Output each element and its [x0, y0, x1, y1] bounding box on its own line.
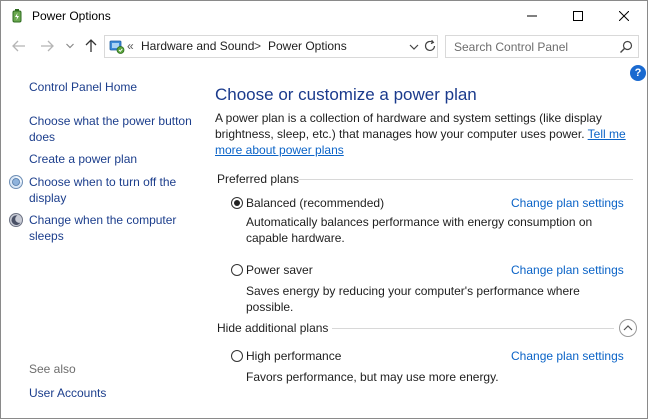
change-plan-settings-link-high-performance[interactable]: Change plan settings — [511, 349, 624, 363]
power-options-window: Power Options « Hardware and Sound > Pow… — [0, 0, 648, 419]
navigation-bar: « Hardware and Sound > Power Options — [1, 31, 647, 61]
sidebar-link-display-off[interactable]: Choose when to turn off the display — [29, 174, 194, 206]
plan-description-high-performance: Favors performance, but may use more ene… — [246, 370, 499, 384]
close-button[interactable] — [601, 1, 647, 31]
refresh-icon[interactable] — [423, 39, 437, 53]
search-icon[interactable] — [619, 40, 633, 54]
search-input[interactable] — [446, 36, 612, 57]
control-panel-icon — [108, 38, 125, 55]
hide-additional-plans-heading[interactable]: Hide additional plans — [217, 321, 328, 335]
up-arrow-icon[interactable] — [82, 37, 100, 55]
breadcrumb-overflow[interactable]: « — [127, 39, 134, 53]
page-title: Choose or customize a power plan — [215, 85, 477, 104]
title-bar: Power Options — [1, 1, 647, 31]
address-bar[interactable]: « Hardware and Sound > Power Options — [104, 35, 438, 58]
plan-description-balanced: Automatically balances performance with … — [246, 215, 593, 245]
plan-radio-power-saver[interactable] — [231, 264, 243, 276]
chevron-up-icon[interactable] — [619, 319, 637, 337]
minimize-button[interactable] — [509, 1, 555, 31]
search-box[interactable] — [445, 35, 639, 58]
section-divider — [332, 328, 614, 329]
plan-radio-balanced[interactable] — [231, 197, 243, 209]
change-plan-settings-link-balanced[interactable]: Change plan settings — [511, 196, 624, 210]
sidebar-link-power-button[interactable]: Choose what the power button does — [29, 113, 194, 145]
section-divider — [299, 179, 633, 180]
breadcrumb-power-options[interactable]: Power Options — [268, 39, 347, 53]
display-icon — [8, 174, 24, 190]
sidebar-link-user-accounts[interactable]: User Accounts — [29, 386, 106, 400]
help-icon[interactable]: ? — [630, 65, 646, 81]
breadcrumb-separator[interactable]: > — [254, 39, 261, 53]
power-options-icon — [9, 8, 25, 24]
breadcrumb-hardware-and-sound[interactable]: Hardware and Sound — [141, 39, 254, 53]
sidebar-link-control-panel-home[interactable]: Control Panel Home — [29, 79, 194, 95]
chevron-down-icon[interactable] — [64, 37, 76, 55]
change-plan-settings-link-power-saver[interactable]: Change plan settings — [511, 263, 624, 277]
sidebar: Control Panel Home Choose what the power… — [1, 61, 201, 418]
sidebar-link-computer-sleeps[interactable]: Change when the computer sleeps — [29, 212, 194, 244]
page-description: A power plan is a collection of hardware… — [215, 110, 635, 158]
see-also-heading: See also — [29, 362, 76, 376]
maximize-button[interactable] — [555, 1, 601, 31]
window-title: Power Options — [32, 9, 111, 23]
plan-description-power-saver: Saves energy by reducing your computer's… — [246, 284, 580, 314]
plan-name-power-saver[interactable]: Power saver — [246, 263, 313, 277]
plan-name-high-performance[interactable]: High performance — [246, 349, 341, 363]
description-text: A power plan is a collection of hardware… — [215, 111, 602, 141]
plan-name-balanced[interactable]: Balanced (recommended) — [246, 196, 384, 210]
address-dropdown-icon[interactable] — [408, 41, 420, 53]
back-arrow-icon[interactable] — [10, 37, 28, 55]
plan-radio-high-performance[interactable] — [231, 350, 243, 362]
forward-arrow-icon[interactable] — [38, 37, 56, 55]
sidebar-link-create-plan[interactable]: Create a power plan — [29, 151, 194, 167]
sleep-icon — [8, 212, 24, 228]
preferred-plans-heading: Preferred plans — [217, 172, 300, 186]
